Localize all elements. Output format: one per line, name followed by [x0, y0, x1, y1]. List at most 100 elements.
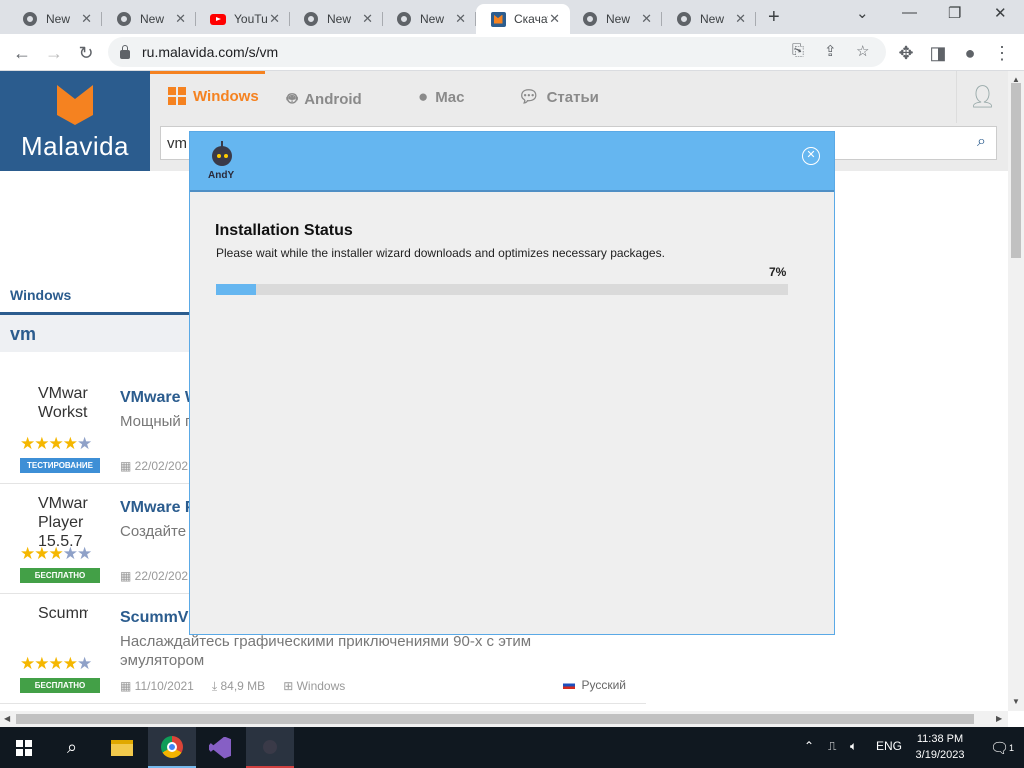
license-badge: БЕСПЛАТНО	[20, 678, 100, 693]
platform-nav: Windows 🤖︎ Android ● Mac 💬︎ Статьи 👤︎	[150, 71, 1008, 123]
scroll-left-arrow-icon[interactable]: ◀	[4, 714, 10, 723]
horizontal-scroll-thumb[interactable]	[16, 714, 974, 724]
installer-dialog: AndY ✕ Installation Status Please wait w…	[189, 131, 835, 635]
nav-windows-label: Windows	[193, 87, 259, 105]
tab-5[interactable]: New ✕	[382, 4, 476, 34]
clock[interactable]: 11:38 PM 3/19/2023	[905, 731, 975, 763]
taskbar-search-icon[interactable]: ⌕	[48, 727, 96, 768]
url-text: ru.malavida.com/s/vm	[142, 44, 279, 60]
chrome-icon	[582, 11, 598, 27]
windows-taskbar: ⌕ ⌃ ⎍ 🔈︎ ENG 11:38 PM 3/19/2023 🗨︎ 1	[0, 727, 1024, 768]
installer-header: AndY ✕	[190, 132, 834, 192]
notification-center-icon[interactable]: 🗨︎ 1	[980, 727, 1024, 768]
tab-close-icon[interactable]: ✕	[641, 11, 652, 27]
nav-mac-label: Mac	[435, 88, 465, 106]
windows-logo-icon	[16, 739, 32, 756]
network-icon[interactable]: ⎍	[828, 739, 836, 754]
back-button[interactable]: ←	[10, 41, 34, 65]
user-account-icon[interactable]: 👤︎	[956, 71, 1008, 123]
tab-1[interactable]: New ✕	[8, 4, 102, 34]
app-title[interactable]: VMware W	[120, 389, 200, 407]
nav-android[interactable]: 🤖︎ Android	[287, 87, 362, 111]
scroll-down-arrow-icon[interactable]: ▼	[1012, 697, 1020, 706]
nav-articles[interactable]: 💬︎ Статьи	[518, 87, 599, 107]
visual-studio-icon[interactable]	[196, 727, 244, 768]
tab-3[interactable]: YouTube✕	[196, 4, 290, 34]
forward-button[interactable]: →	[42, 41, 66, 65]
calendar-icon: ▦ 11/10/2021	[120, 679, 194, 693]
volume-icon[interactable]: 🔈︎	[850, 739, 857, 754]
new-tab-button[interactable]: +	[768, 6, 780, 29]
lock-icon[interactable]	[120, 44, 130, 59]
chat-bubbles-icon: 💬︎	[518, 87, 540, 106]
rating-stars-icon: ★★★★★	[20, 434, 92, 453]
tab-label: New	[327, 12, 352, 26]
andy-robot-icon	[212, 146, 232, 166]
app-meta: ▦ 22/02/202	[120, 569, 188, 583]
breadcrumb-windows[interactable]: Windows	[10, 287, 71, 303]
installer-subtitle: Please wait while the installer wizard d…	[216, 246, 665, 260]
side-panel-icon[interactable]: ◨	[926, 41, 950, 65]
logo-text: Malavida	[20, 131, 130, 161]
tab-6[interactable]: Скачать✕	[476, 4, 570, 34]
tab-close-icon[interactable]: ✕	[455, 11, 466, 27]
tab-close-icon[interactable]: ✕	[269, 11, 280, 27]
horizontal-scrollbar[interactable]: ◀ ▶	[0, 711, 1008, 727]
chrome-taskbar-icon[interactable]	[148, 727, 196, 768]
nav-windows[interactable]: Windows	[168, 87, 259, 105]
restore-button[interactable]: ❐	[948, 4, 961, 22]
chrome-icon	[676, 11, 692, 27]
app-date: 11/10/2021	[134, 679, 194, 693]
malavida-shield-icon	[57, 85, 93, 125]
andy-taskbar-icon[interactable]	[246, 727, 294, 768]
download-icon: ⤓ 84,9 MB	[211, 679, 266, 693]
reload-button[interactable]: ↻	[74, 41, 98, 65]
clock-date: 3/19/2023	[915, 749, 965, 761]
minimize-button[interactable]: —	[902, 4, 917, 21]
vertical-scrollbar[interactable]: ▲ ▼	[1008, 71, 1024, 711]
extensions-puzzle-icon[interactable]: ✥	[894, 41, 918, 65]
tab-label: New	[700, 12, 725, 26]
tab-close-icon[interactable]: ✕	[362, 11, 373, 27]
chrome-icon	[22, 11, 38, 27]
tab-4[interactable]: New ✕	[289, 4, 383, 34]
share-icon[interactable]: ⇪	[824, 42, 837, 60]
app-language: Русский	[563, 678, 626, 692]
translate-icon[interactable]: ⎘	[792, 42, 804, 59]
andy-logo-text: AndY	[208, 170, 235, 181]
notification-count: 1	[1009, 742, 1015, 753]
tab-8[interactable]: New ✕	[662, 4, 756, 34]
progress-bar-fill	[216, 284, 257, 295]
vertical-scroll-thumb[interactable]	[1011, 83, 1021, 258]
file-explorer-icon[interactable]	[98, 727, 146, 768]
close-window-button[interactable]: ✕	[994, 4, 1007, 22]
kebab-menu-icon[interactable]: ⋮	[990, 41, 1014, 65]
profile-avatar-icon[interactable]: ●	[958, 41, 982, 65]
calendar-icon: ▦ 22/02/202	[120, 459, 189, 473]
close-icon[interactable]: ✕	[802, 147, 820, 165]
nav-mac[interactable]: ● Mac	[418, 87, 464, 107]
tab-close-icon[interactable]: ✕	[549, 11, 560, 27]
app-meta: ▦ 22/02/202	[120, 459, 188, 473]
results-title: vm	[10, 324, 37, 344]
active-indicator	[150, 71, 265, 74]
app-title[interactable]: VMware P	[120, 499, 196, 517]
input-language[interactable]: ENG	[876, 739, 902, 753]
nav-articles-label: Статьи	[546, 88, 599, 106]
search-icon[interactable]: ⌕	[977, 133, 986, 151]
tab-2[interactable]: New ✕	[102, 4, 196, 34]
tab-close-icon[interactable]: ✕	[735, 11, 746, 27]
malavida-logo[interactable]: Malavida	[0, 71, 150, 171]
bookmark-star-icon[interactable]: ☆	[856, 42, 869, 60]
start-button[interactable]	[0, 727, 48, 768]
app-os: Windows	[296, 679, 346, 693]
apple-icon: ●	[418, 87, 429, 106]
tray-chevron-icon[interactable]: ⌃	[804, 739, 814, 753]
tab-close-icon[interactable]: ✕	[81, 11, 92, 27]
address-bar[interactable]: ru.malavida.com/s/vm ⎘ ⇪ ☆	[108, 37, 886, 67]
tab-7[interactable]: New ✕	[568, 4, 662, 34]
tab-label: New	[420, 12, 445, 26]
scroll-right-arrow-icon[interactable]: ▶	[996, 714, 1002, 723]
tab-close-icon[interactable]: ✕	[175, 11, 186, 27]
tab-search-icon[interactable]: ⌄	[856, 4, 869, 22]
